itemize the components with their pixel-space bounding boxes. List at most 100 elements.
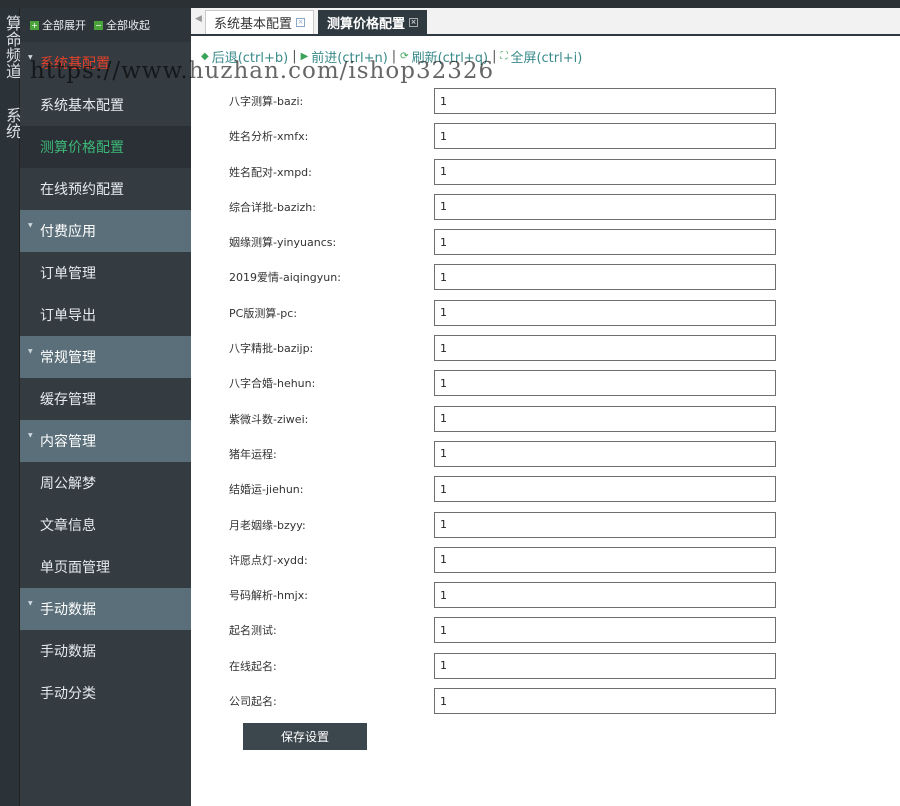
field-label: 八字精批-bazijp: [229,342,314,356]
sidebar-item-cache[interactable]: 缓存管理 [20,378,191,420]
menu-group-general[interactable]: ▼ 常规管理 [20,336,191,378]
close-icon[interactable]: × [296,18,306,27]
sidebar-item-label: 订单管理 [40,266,96,282]
top-bar [0,0,900,8]
close-icon[interactable]: × [409,18,419,27]
form-row-xmfx: 姓名分析-xmfx: [191,119,900,154]
field-label: 2019爱情-aiqingyun: [229,271,341,285]
yinyuancs-price-input[interactable] [434,229,776,256]
online-qiming-price-input[interactable] [434,652,776,679]
vnav-channel[interactable]: 算命频道 [0,14,22,80]
sidebar-item-booking-config[interactable]: 在线预约配置 [20,168,191,210]
hmjx-price-input[interactable] [434,582,776,609]
expand-all-label: 全部展开 [42,19,86,32]
tab-system-config[interactable]: 系统基本配置 × [205,10,315,34]
collapse-all-button[interactable]: − 全部收起 [94,17,150,33]
menu-group-label: 系统基配置 [40,56,110,72]
forward-label: 前进(ctrl+n) [311,50,388,66]
forward-button[interactable]: ▶ 前进(ctrl+n) [301,47,388,66]
refresh-button[interactable]: ⟳ 刷新(ctrl+q) [400,47,488,66]
vnav-system[interactable]: 系统 [0,106,22,140]
menu-group-manual[interactable]: ▼ 手动数据 [20,588,191,630]
aiqingyun-price-input[interactable] [434,264,776,291]
sidebar-item-manual-data[interactable]: 手动数据 [20,630,191,672]
bzyy-price-input[interactable] [434,511,776,538]
tab-label: 系统基本配置 [214,17,293,32]
bazizh-price-input[interactable] [434,193,776,220]
sidebar-item-label: 缓存管理 [40,392,96,408]
toolbar: ◆ 后退(ctrl+b) | ▶ 前进(ctrl+n) | ⟳ 刷新(ctrl+… [191,38,900,74]
sidebar-item-order-export[interactable]: 订单导出 [20,294,191,336]
xmfx-price-input[interactable] [434,123,776,150]
vertical-nav: 算命频道 系统 [0,8,22,806]
caret-down-icon: ▼ [28,54,33,61]
menu-group-paid-apps[interactable]: ▼ 付费应用 [20,210,191,252]
price-config-form: 八字测算-bazi: 姓名分析-xmfx: 姓名配对-xmpd: 综合详批-ba… [191,84,900,719]
qiming-test-price-input[interactable] [434,617,776,644]
jiehun-price-input[interactable] [434,476,776,503]
vnav-system-label: 系统 [3,107,22,139]
sidebar-item-label: 系统基本配置 [40,98,124,114]
field-label: 结婚运-jiehun: [229,483,304,497]
ziwei-price-input[interactable] [434,405,776,432]
zhunian-price-input[interactable] [434,440,776,467]
field-label: 起名测试: [229,624,277,638]
sidebar-header: + 全部展开 − 全部收起 [20,8,191,42]
sidebar-item-manual-category[interactable]: 手动分类 [20,672,191,714]
field-label: 八字合婚-hehun: [229,377,316,391]
refresh-icon: ⟳ [400,50,409,62]
field-label: 紫微斗数-ziwei: [229,412,309,426]
menu-group-label: 常规管理 [40,350,96,366]
sidebar-item-articles[interactable]: 文章信息 [20,504,191,546]
back-button[interactable]: ◆ 后退(ctrl+b) [201,47,288,66]
sidebar-item-dreams[interactable]: 周公解梦 [20,462,191,504]
hehun-price-input[interactable] [434,370,776,397]
sidebar-item-label: 订单导出 [40,308,96,324]
fullscreen-button[interactable]: ⛶ 全屏(ctrl+i) [500,47,582,66]
tab-price-config[interactable]: 测算价格配置 × [318,10,428,34]
field-label: 姻缘测算-yinyuancs: [229,236,337,250]
form-row-company-qiming: 公司起名: [191,684,900,719]
form-row-xydd: 许愿点灯-xydd: [191,543,900,578]
form-row-bzyy: 月老姻缘-bzyy: [191,508,900,543]
sidebar-item-system-config[interactable]: 系统基本配置 [20,84,191,126]
form-row-yinyuancs: 姻缘测算-yinyuancs: [191,225,900,260]
expand-icon: + [30,20,39,30]
form-row-ziwei: 紫微斗数-ziwei: [191,402,900,437]
back-arrow-icon: ◆ [201,50,209,62]
menu-group-system[interactable]: ▼ 系统基配置 [20,42,191,84]
collapse-icon: − [94,20,103,30]
sidebar: + 全部展开 − 全部收起 ▼ 系统基配置 系统基本配置 测算价格配置 在线预约… [20,8,191,806]
sidebar-item-single-pages[interactable]: 单页面管理 [20,546,191,588]
field-label: 月老姻缘-bzyy: [229,518,306,532]
xydd-price-input[interactable] [434,546,776,573]
form-row-jiehun: 结婚运-jiehun: [191,472,900,507]
menu-group-label: 手动数据 [40,602,96,618]
form-row-bazi: 八字测算-bazi: [191,84,900,119]
field-label: 在线起名: [229,659,277,673]
xmpd-price-input[interactable] [434,158,776,185]
bazi-price-input[interactable] [434,88,776,114]
collapse-all-label: 全部收起 [106,19,150,32]
sidebar-item-price-config[interactable]: 测算价格配置 [20,126,191,168]
sidebar-item-label: 手动分类 [40,686,96,702]
tab-scroll-left-icon[interactable]: ◀ [195,14,202,24]
form-row-bazijp: 八字精批-bazijp: [191,331,900,366]
sidebar-item-label: 文章信息 [40,518,96,534]
caret-down-icon: ▼ [28,432,33,439]
sidebar-item-label: 手动数据 [40,644,96,660]
tab-bar: 系统基本配置 × 测算价格配置 × [191,8,900,36]
company-qiming-price-input[interactable] [434,688,776,715]
toolbar-divider: | [391,48,397,64]
sidebar-item-orders[interactable]: 订单管理 [20,252,191,294]
pc-price-input[interactable] [434,299,776,326]
save-settings-button[interactable]: 保存设置 [243,723,367,750]
bazijp-price-input[interactable] [434,335,776,362]
sidebar-item-label: 周公解梦 [40,476,96,492]
field-label: 姓名分析-xmfx: [229,130,309,144]
refresh-label: 刷新(ctrl+q) [411,50,489,66]
expand-all-button[interactable]: + 全部展开 [30,17,86,33]
fullscreen-icon: ⛶ [500,50,508,62]
menu-group-content[interactable]: ▼ 内容管理 [20,420,191,462]
caret-down-icon: ▼ [28,600,33,607]
